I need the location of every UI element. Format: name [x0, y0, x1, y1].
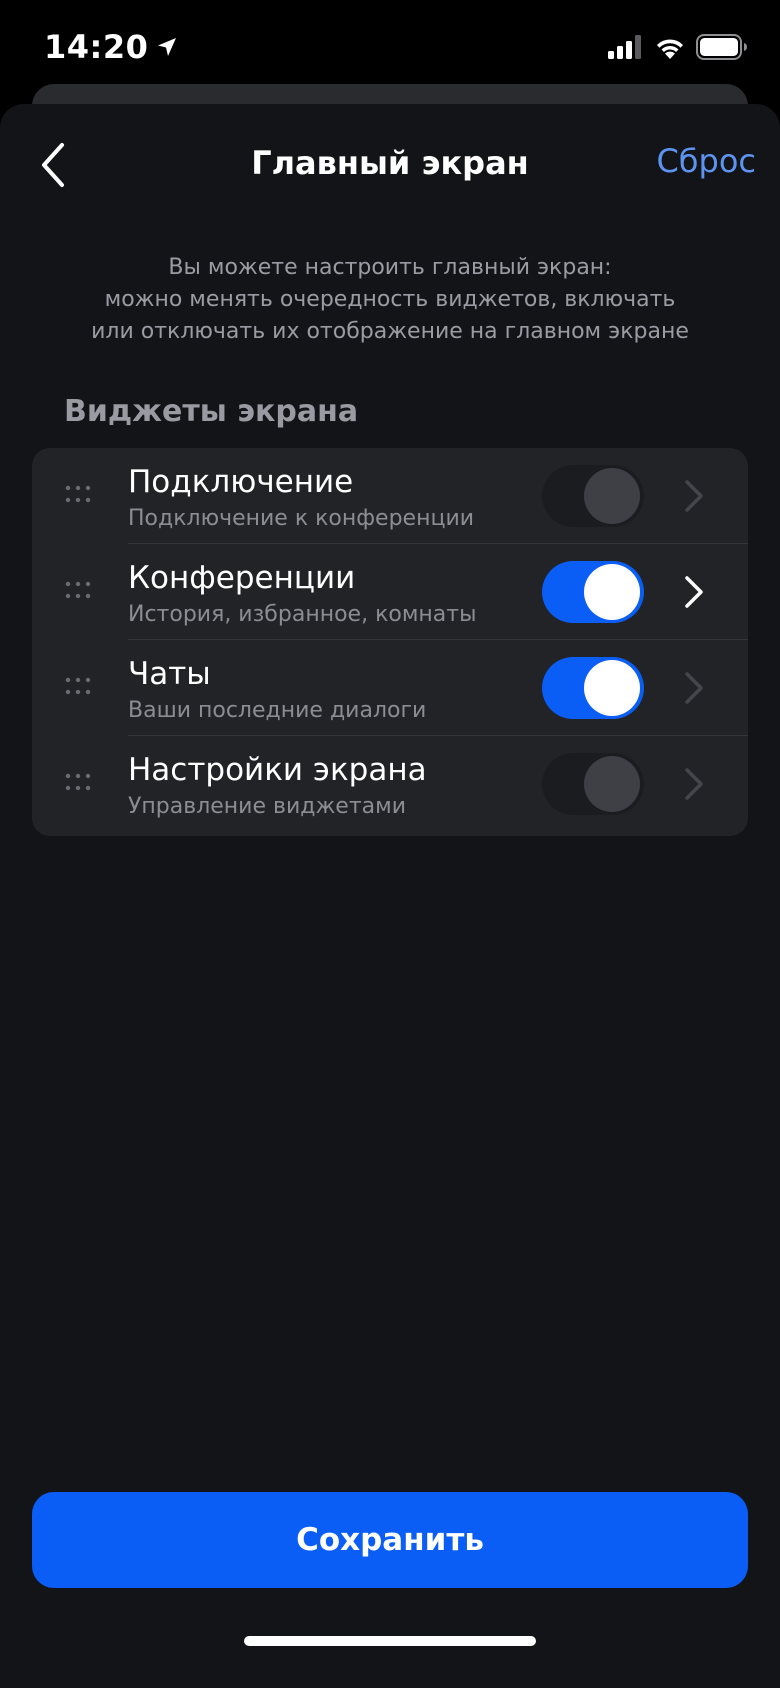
drag-handle-icon[interactable]	[64, 772, 92, 792]
wifi-icon	[657, 39, 683, 59]
widget-toggle[interactable]	[542, 465, 644, 527]
status-time-text: 14:20	[44, 28, 149, 66]
settings-sheet: Главный экран Сброс Вы можете настроить …	[0, 104, 780, 1688]
widget-row-conferences: Конференции История, избранное, комнаты	[32, 544, 748, 640]
widget-subtitle: Подключение к конференции	[128, 506, 475, 531]
widget-row-connection: Подключение Подключение к конференции	[32, 448, 748, 544]
widget-toggle[interactable]	[542, 561, 644, 623]
chevron-right-icon[interactable]	[682, 574, 706, 610]
widget-toggle[interactable]	[542, 657, 644, 719]
widgets-list: Подключение Подключение к конференции Ко…	[32, 448, 748, 836]
toggle-knob	[584, 564, 640, 620]
widget-subtitle: Управление виджетами	[128, 794, 407, 819]
toggle-knob	[584, 468, 640, 524]
chevron-right-icon[interactable]	[682, 670, 706, 706]
toggle-knob	[584, 756, 640, 812]
save-button[interactable]: Сохранить	[32, 1492, 748, 1588]
navigation-bar: Главный экран Сброс	[0, 104, 780, 220]
widget-subtitle: История, избранное, комнаты	[128, 602, 477, 627]
cellular-signal-icon	[608, 35, 641, 59]
description-line: можно менять очередность виджетов, включ…	[104, 287, 676, 312]
widget-title: Настройки экрана	[128, 752, 427, 788]
widget-title: Чаты	[128, 656, 211, 692]
drag-handle-icon[interactable]	[64, 676, 92, 696]
widget-title: Конференции	[128, 560, 356, 596]
status-icons	[608, 34, 748, 60]
battery-icon	[696, 34, 747, 60]
location-arrow-icon	[158, 38, 177, 56]
drag-handle-icon[interactable]	[64, 484, 92, 504]
chevron-right-icon[interactable]	[682, 478, 706, 514]
status-time: 14:20	[44, 28, 178, 66]
chevron-right-icon[interactable]	[682, 766, 706, 802]
description-line: Вы можете настроить главный экран:	[168, 255, 612, 280]
widget-row-chats: Чаты Ваши последние диалоги	[32, 640, 748, 736]
reset-button[interactable]: Сброс	[656, 142, 756, 180]
description-line: или отключать их отображение на главном …	[91, 319, 689, 344]
widget-toggle[interactable]	[542, 753, 644, 815]
toggle-knob	[584, 660, 640, 716]
widget-subtitle: Ваши последние диалоги	[128, 698, 427, 723]
section-title: Виджеты экрана	[64, 394, 359, 429]
widget-title: Подключение	[128, 464, 354, 500]
widget-row-screen-settings: Настройки экрана Управление виджетами	[32, 736, 748, 832]
home-indicator[interactable]	[244, 1636, 536, 1646]
drag-handle-icon[interactable]	[64, 580, 92, 600]
description-text: Вы можете настроить главный экран: можно…	[60, 252, 720, 348]
